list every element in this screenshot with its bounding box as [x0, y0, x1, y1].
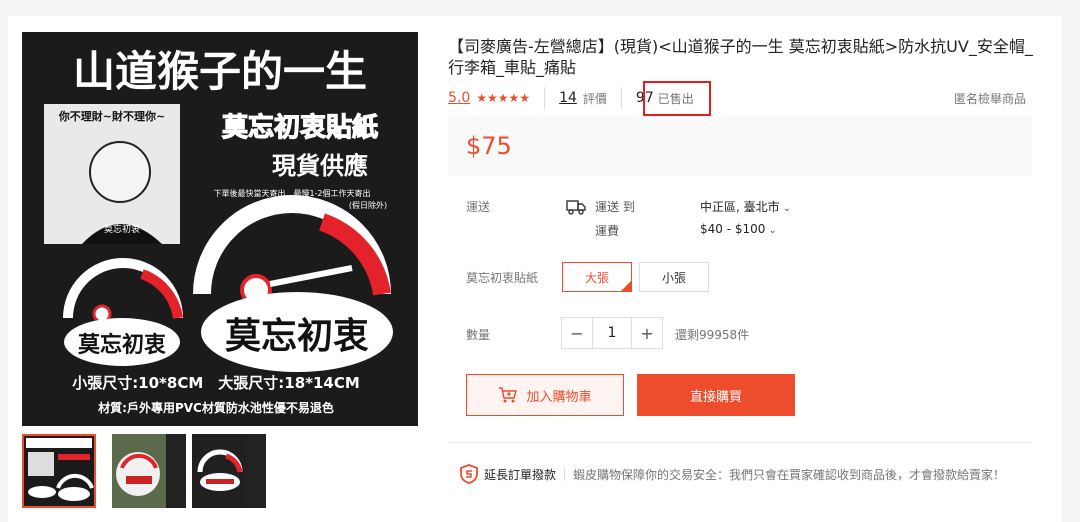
report-product-link[interactable]: 匿名檢舉商品: [954, 90, 1026, 107]
thumbnail-2[interactable]: [112, 434, 186, 508]
selected-check-icon: [621, 281, 631, 291]
image-subtitle: 現貨供應: [272, 152, 368, 180]
review-label: 評價: [582, 91, 607, 106]
image-headline: 山道猴子的一生: [73, 47, 367, 96]
shipping-fee-text: $40 - $100: [700, 222, 766, 236]
image-material-line: 材質:戶外專用PVC材質防水池性優不易退色: [97, 400, 334, 415]
shipping-to-label: 運送 到: [595, 200, 635, 214]
image-logo-small: 莫忘初衷: [78, 332, 166, 358]
stock-remaining: 還剩99958件: [675, 328, 750, 342]
product-main-image[interactable]: 山道猴子的一生 你不理財~財不理你~ 莫忘初衷 莫忘初衷貼紙 現貨供應 下單後最…: [22, 32, 418, 426]
section-divider: [448, 442, 1032, 443]
shipping-location-text: 中正區, 臺北市: [700, 200, 780, 214]
guarantee-divider: [564, 467, 566, 481]
image-size-line: 小張尺寸:10*8CM 大張尺寸:18*14CM: [72, 374, 360, 392]
guarantee-title[interactable]: 延長訂單撥款: [484, 466, 556, 483]
variant-option-label: 小張: [661, 270, 686, 285]
chevron-down-icon: ⌄: [782, 203, 792, 214]
shipping-label: 運送: [466, 200, 491, 214]
thumbnail-3[interactable]: [192, 434, 266, 508]
shipping-fee-label: 運費: [595, 224, 620, 238]
add-to-cart-label: 加入購物車: [526, 389, 592, 405]
rating-value[interactable]: 5.0: [448, 90, 470, 106]
image-bubble-text: 你不理財~財不理你~: [58, 109, 165, 123]
variant-option-small[interactable]: 小張: [639, 262, 709, 292]
cart-plus-icon: [499, 387, 518, 403]
image-red-title: 莫忘初衷貼紙: [222, 112, 378, 143]
product-meta-row: 5.0 ★★★★★ 14 評價 97 已售出 匿名檢舉商品: [448, 86, 1032, 110]
image-shirt-text: 莫忘初衷: [104, 223, 140, 235]
rating-stars-icon: ★★★★★: [476, 91, 531, 105]
buy-now-button[interactable]: 直接購買: [637, 374, 795, 416]
truck-icon: [566, 199, 586, 215]
variant-option-large[interactable]: 大張: [562, 262, 632, 292]
guarantee-text: 蝦皮購物保障你的交易安全：我們只會在買家確認收到商品後，才會撥款給賣家！: [573, 467, 1006, 482]
product-price: $75: [466, 132, 512, 160]
shipping-location-dropdown[interactable]: 中正區, 臺北市 ⌄: [700, 198, 791, 215]
shield-icon: [460, 464, 478, 484]
variant-option-label: 大張: [584, 270, 609, 285]
variant-label: 莫忘初衷貼紙: [466, 271, 539, 285]
quantity-stepper: − 1 +: [561, 317, 663, 349]
price-section: $75: [448, 116, 1032, 176]
shipping-fee-dropdown[interactable]: $40 - $100 ⌄: [700, 222, 777, 236]
add-to-cart-button[interactable]: 加入購物車: [466, 374, 624, 416]
guarantee-row: 延長訂單撥款 蝦皮購物保障你的交易安全：我們只會在買家確認收到商品後，才會撥款給…: [460, 464, 1005, 484]
quantity-decrease-button[interactable]: −: [562, 318, 592, 348]
quantity-input[interactable]: 1: [592, 318, 632, 348]
quantity-increase-button[interactable]: +: [632, 318, 662, 348]
image-note2: (假日除外): [349, 200, 387, 210]
buy-now-label: 直接購買: [689, 389, 742, 405]
product-title: 【司麥廣告-左營總店】(現貨)<山道猴子的一生 莫忘初衷貼紙>防水抗UV_安全帽…: [448, 37, 1033, 77]
chevron-down-icon: ⌄: [768, 225, 777, 236]
thumbnail-1[interactable]: [22, 434, 96, 508]
image-logo-big: 莫忘初衷: [225, 315, 369, 357]
review-count[interactable]: 14: [559, 90, 577, 106]
meta-divider: [620, 87, 622, 109]
sold-highlight-box: [643, 81, 711, 116]
meta-divider: [544, 87, 546, 109]
quantity-label: 數量: [466, 328, 491, 342]
